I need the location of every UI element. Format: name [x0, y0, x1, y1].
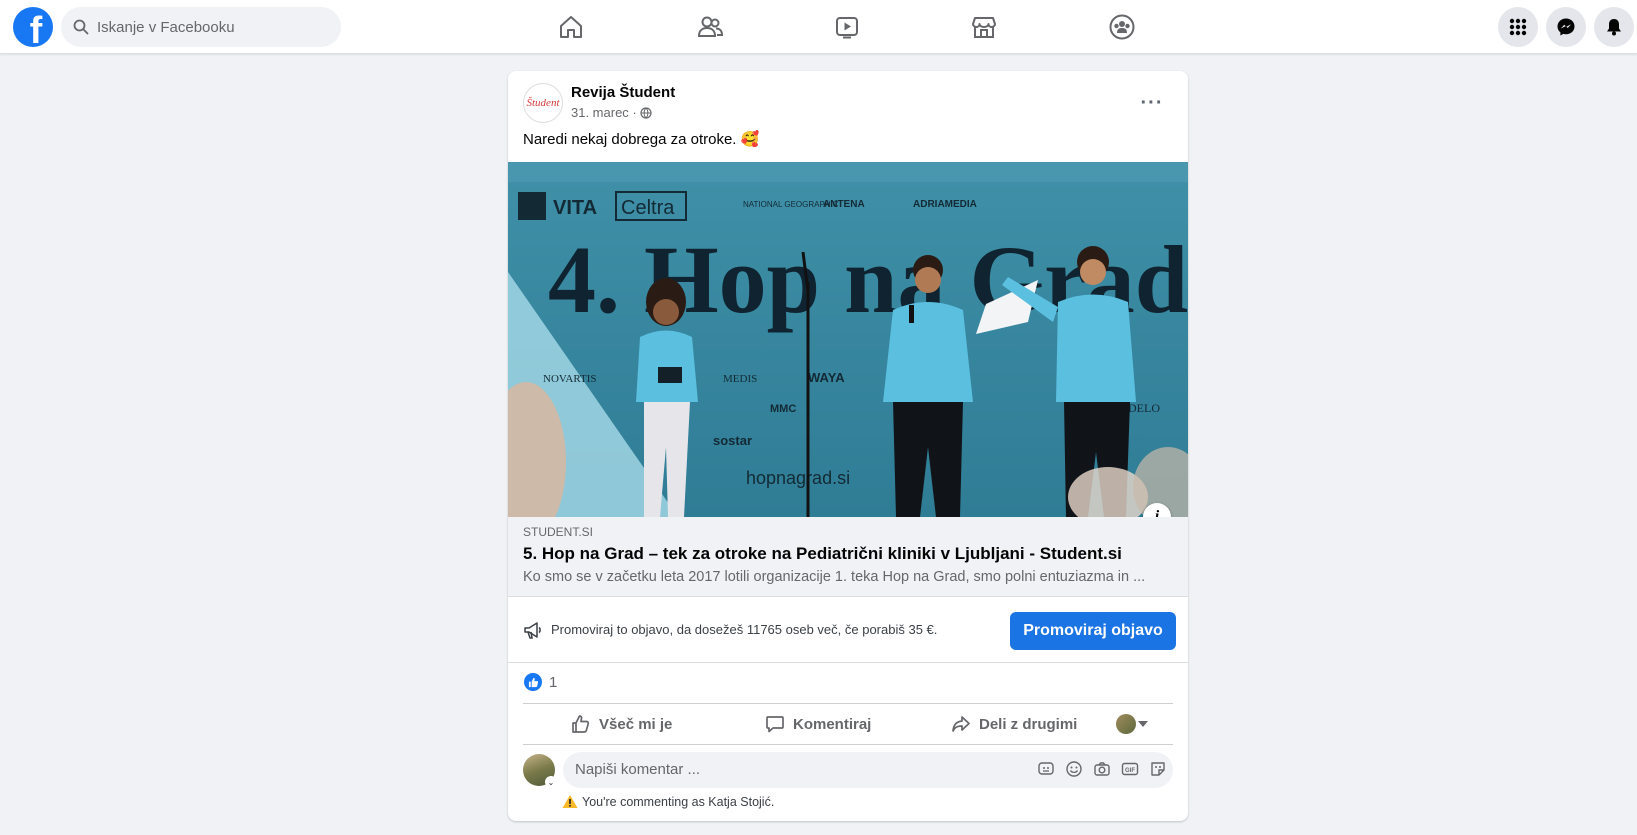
sponsor-logo-text: DELO — [1128, 401, 1160, 415]
nav-watch[interactable] — [823, 8, 871, 46]
emoji-icon[interactable] — [1065, 760, 1083, 778]
more-options-icon[interactable]: ··· — [1134, 85, 1170, 121]
search-icon — [73, 19, 89, 35]
like-label: Všeč mi je — [599, 715, 673, 733]
nav-home[interactable] — [547, 8, 595, 46]
notifications-button[interactable] — [1594, 7, 1634, 47]
page-name-link[interactable]: Revija Študent — [571, 84, 675, 101]
marketplace-icon — [972, 17, 996, 38]
comment-label: Komentiraj — [793, 715, 872, 733]
sponsor-logo-text: ANTENA — [823, 199, 865, 210]
sponsor-logo-text: WAYA — [808, 370, 845, 385]
sponsor-logo-text: Celtra — [621, 197, 675, 219]
promote-post-button[interactable]: Promoviraj objavo — [1010, 612, 1176, 650]
svg-text:GIF: GIF — [1125, 768, 1135, 774]
sponsor-logo-text: MEDIS — [723, 373, 757, 385]
like-button[interactable]: Všeč mi je — [571, 704, 672, 744]
menu-button[interactable] — [1498, 7, 1538, 47]
page-avatar[interactable]: Študent — [523, 83, 563, 123]
nav-marketplace[interactable] — [960, 8, 1008, 46]
comment-icon — [766, 716, 784, 733]
comment-input[interactable] — [575, 761, 1005, 778]
react-as-selector[interactable] — [1116, 714, 1148, 734]
home-icon — [560, 16, 582, 38]
gif-icon[interactable]: GIF — [1121, 760, 1139, 778]
search-box[interactable] — [61, 7, 341, 47]
event-url-text: hopnagrad.si — [746, 468, 850, 488]
page-avatar-logo: Študent — [526, 97, 560, 109]
camera-icon[interactable] — [1093, 760, 1111, 778]
groups-icon — [1109, 14, 1135, 40]
nav-friends[interactable] — [686, 8, 734, 46]
messenger-icon — [1557, 18, 1575, 36]
link-description: Ko smo se v začetku leta 2017 lotili org… — [523, 569, 1146, 585]
promote-bar: Promoviraj to objavo, da dosežeš 11765 o… — [508, 597, 1188, 663]
sticker-icon[interactable] — [1149, 760, 1167, 778]
reaction-count: 1 — [549, 673, 558, 691]
menu-grid-icon — [1509, 18, 1527, 36]
comment-button[interactable]: Komentiraj — [765, 704, 871, 744]
chevron-down-icon[interactable]: ⌄ — [545, 776, 557, 788]
post-date[interactable]: 31. marec · — [571, 105, 637, 120]
commenting-as-text: You're commenting as Katja Stojić. — [582, 794, 775, 809]
share-label: Deli z drugimi — [979, 715, 1078, 733]
link-preview-image[interactable]: VITA Celtra NATIONAL GEOGRAPHIC ANTENA A… — [508, 162, 1188, 517]
like-reaction-icon — [524, 673, 542, 691]
post-card: Študent Revija Študent 31. marec · ··· N… — [508, 71, 1188, 821]
post-text: Naredi nekaj dobrega za otroke. 🥰 — [523, 131, 760, 148]
avatar-sticker-icon[interactable] — [1037, 760, 1055, 778]
sponsor-logo-text: MMC — [770, 403, 796, 415]
share-button[interactable]: Deli z drugimi — [951, 704, 1077, 744]
link-domain: STUDENT.SI — [523, 525, 594, 539]
sponsor-logo-text: sostar — [713, 433, 752, 448]
avatar — [1116, 714, 1136, 734]
globe-icon — [640, 106, 652, 119]
share-icon — [952, 716, 970, 732]
notifications-icon — [1607, 19, 1621, 36]
megaphone-icon — [524, 622, 541, 639]
post-meta: 31. marec · — [571, 105, 652, 120]
watch-icon — [836, 17, 858, 39]
thumbs-up-icon — [572, 715, 590, 733]
sponsor-logo-text: NOVARTIS — [543, 373, 597, 385]
sponsor-logo-text: VITA — [553, 197, 597, 219]
friends-icon — [697, 16, 724, 37]
link-title[interactable]: 5. Hop na Grad – tek za otroke na Pediat… — [523, 544, 1173, 564]
messenger-button[interactable] — [1546, 7, 1586, 47]
top-navigation-bar: f — [0, 0, 1637, 54]
commenting-as-notice: You're commenting as Katja Stojić. — [562, 794, 774, 809]
comment-composer: ⌄ GIF — [523, 752, 1173, 788]
chevron-down-icon — [1138, 721, 1148, 727]
event-photo: VITA Celtra NATIONAL GEOGRAPHIC ANTENA A… — [508, 162, 1188, 517]
reactions-summary[interactable]: 1 — [524, 673, 557, 691]
search-input[interactable] — [97, 18, 317, 36]
warning-icon — [562, 795, 578, 808]
nav-groups[interactable] — [1098, 8, 1146, 46]
post-actions: Všeč mi je Komentiraj Deli z drugimi — [523, 703, 1173, 745]
promote-text: Promoviraj to objavo, da dosežeš 11765 o… — [551, 622, 938, 637]
comment-field[interactable]: GIF — [563, 752, 1173, 788]
facebook-logo-icon[interactable]: f — [13, 7, 53, 47]
sponsor-logo-text: ADRIAMEDIA — [913, 199, 977, 210]
comment-tools: GIF — [1037, 760, 1167, 778]
link-preview-details[interactable]: STUDENT.SI 5. Hop na Grad – tek za otrok… — [508, 517, 1188, 597]
